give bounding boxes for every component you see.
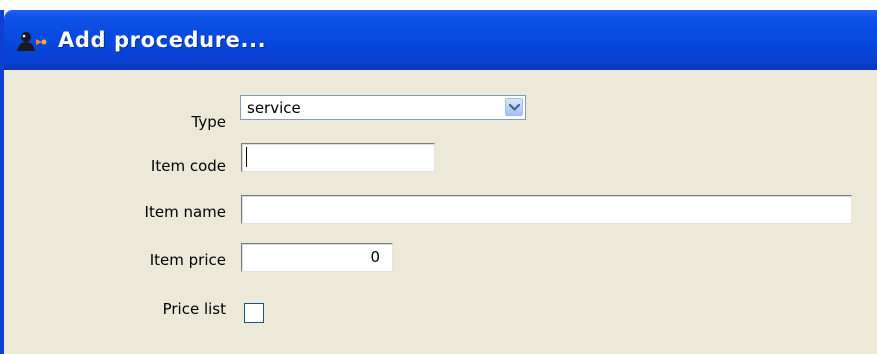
item-name-label: Item name	[144, 203, 226, 221]
item-price-input[interactable]: 0	[241, 243, 393, 272]
add-procedure-window: Add procedure... Type service Item code …	[0, 10, 877, 354]
title-bar[interactable]: Add procedure...	[4, 10, 877, 70]
price-list-label: Price list	[162, 300, 226, 318]
type-select-value: service	[247, 99, 301, 117]
type-dropdown-button[interactable]	[505, 98, 523, 116]
item-code-label: Item code	[150, 157, 226, 175]
item-price-value: 0	[370, 248, 380, 266]
type-select[interactable]: service	[240, 95, 526, 120]
item-price-label: Item price	[149, 251, 226, 269]
window-title: Add procedure...	[58, 28, 267, 52]
price-list-checkbox[interactable]	[244, 303, 264, 323]
item-name-input[interactable]	[241, 195, 852, 224]
text-caret	[246, 147, 247, 167]
item-code-input[interactable]	[241, 143, 435, 172]
type-label: Type	[191, 113, 226, 131]
add-procedure-icon	[14, 30, 50, 52]
chevron-down-icon	[509, 103, 520, 112]
